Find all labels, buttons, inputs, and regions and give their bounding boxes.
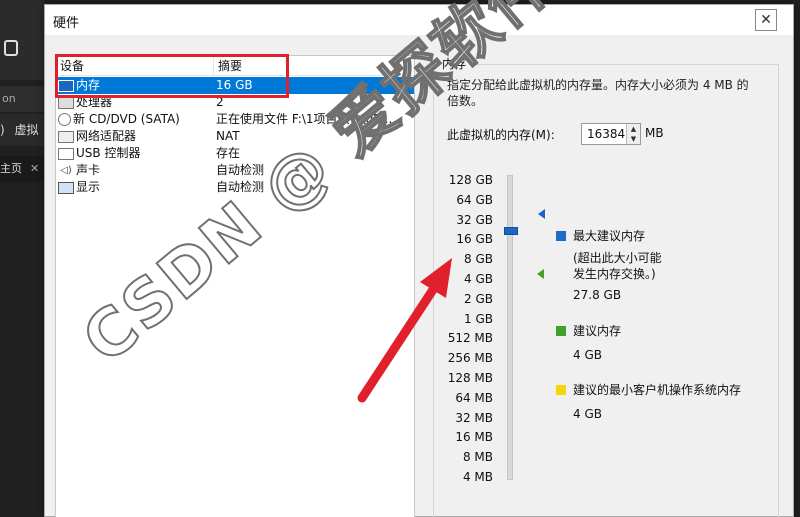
scale-label: 4 MB — [462, 469, 493, 484]
highlight-annotation-box — [55, 54, 289, 98]
scale-label: 8 MB — [462, 450, 493, 465]
max-recommended-swatch — [556, 231, 566, 241]
background-search-strip: on — [0, 86, 44, 112]
max-recommended-note-2: 发生内存交换。) — [573, 267, 656, 281]
minimum-title: 建议的最小客户机操作系统内存 — [573, 383, 742, 397]
scale-label: 128 GB — [448, 173, 493, 187]
scale-label: 16 GB — [456, 232, 493, 247]
max-recommended-value: 27.8 GB — [573, 288, 622, 302]
scale-label: 128 MB — [447, 370, 493, 385]
scale-label: 512 MB — [447, 331, 493, 346]
close-button[interactable]: ✕ — [755, 9, 777, 31]
background-vm-label: 虚拟 — [14, 123, 39, 137]
home-tab-close-icon[interactable]: ✕ — [30, 162, 39, 175]
recommended-marker-icon — [537, 269, 544, 279]
background-vm-paren: ) — [0, 123, 5, 137]
memory-slider-track[interactable] — [507, 175, 513, 480]
memory-unit: MB — [645, 126, 664, 140]
recommended-swatch — [556, 326, 566, 336]
scale-label: 2 GB — [464, 291, 493, 306]
scale-label: 64 GB — [456, 192, 493, 207]
speaker-icon: ◁) — [60, 164, 72, 176]
scale-label: 8 GB — [464, 252, 493, 267]
memory-scale: 128 GB 64 GB 32 GB 16 GB 8 GB 4 GB 2 GB … — [445, 171, 493, 488]
memory-description: 指定分配给此虚拟机的内存量。内存大小必须为 4 MB 的倍数。 — [447, 78, 749, 108]
device-name: 新 CD/DVD (SATA) — [73, 112, 180, 126]
minimum-value: 4 GB — [573, 407, 602, 421]
device-name: 声卡 — [76, 163, 101, 177]
scale-label: 4 GB — [464, 271, 493, 286]
memory-value: 16384 — [587, 127, 626, 141]
disc-icon — [58, 113, 71, 126]
usb-icon — [58, 147, 74, 160]
close-icon: ✕ — [760, 12, 772, 28]
home-tab-label: 主页 — [0, 162, 22, 175]
device-summary: NAT — [216, 129, 240, 143]
monitor-icon — [58, 181, 74, 194]
scale-label: 32 MB — [455, 410, 493, 425]
device-summary: 存在 — [216, 146, 241, 160]
spin-arrows-icon[interactable]: ▲ ▼ — [626, 124, 640, 144]
background-vm-row[interactable]: ) 虚拟 — [0, 114, 44, 146]
scale-label: 1 GB — [464, 311, 493, 326]
recommended-title: 建议内存 — [573, 324, 622, 338]
network-icon — [58, 130, 74, 143]
scale-label: 64 MB — [455, 390, 493, 405]
max-recommended-title: 最大建议内存 — [573, 229, 646, 243]
memory-field-label: 此虚拟机的内存(M): — [447, 128, 555, 142]
scale-label: 32 GB — [456, 212, 493, 227]
recommended-value: 4 GB — [573, 348, 602, 362]
background-home-tab[interactable]: 主页 ✕ — [0, 156, 44, 182]
processor-icon — [58, 96, 74, 109]
device-name: 显示 — [76, 180, 101, 194]
dialog-title: 硬件 — [53, 16, 80, 31]
minimum-swatch — [556, 385, 566, 395]
scale-label: 256 MB — [447, 351, 493, 366]
device-name: 网络适配器 — [76, 129, 137, 143]
max-recommended-note-1: (超出此大小可能 — [573, 251, 662, 265]
memory-spinbox[interactable]: 16384 ▲ ▼ — [581, 123, 641, 145]
copy-icon[interactable] — [4, 40, 18, 56]
memory-slider-thumb[interactable] — [504, 227, 518, 235]
max-recommended-marker-icon — [538, 209, 545, 219]
device-name: USB 控制器 — [76, 146, 141, 160]
scale-label: 16 MB — [455, 430, 493, 445]
background-app: on ) 虚拟 主页 ✕ — [0, 0, 44, 517]
